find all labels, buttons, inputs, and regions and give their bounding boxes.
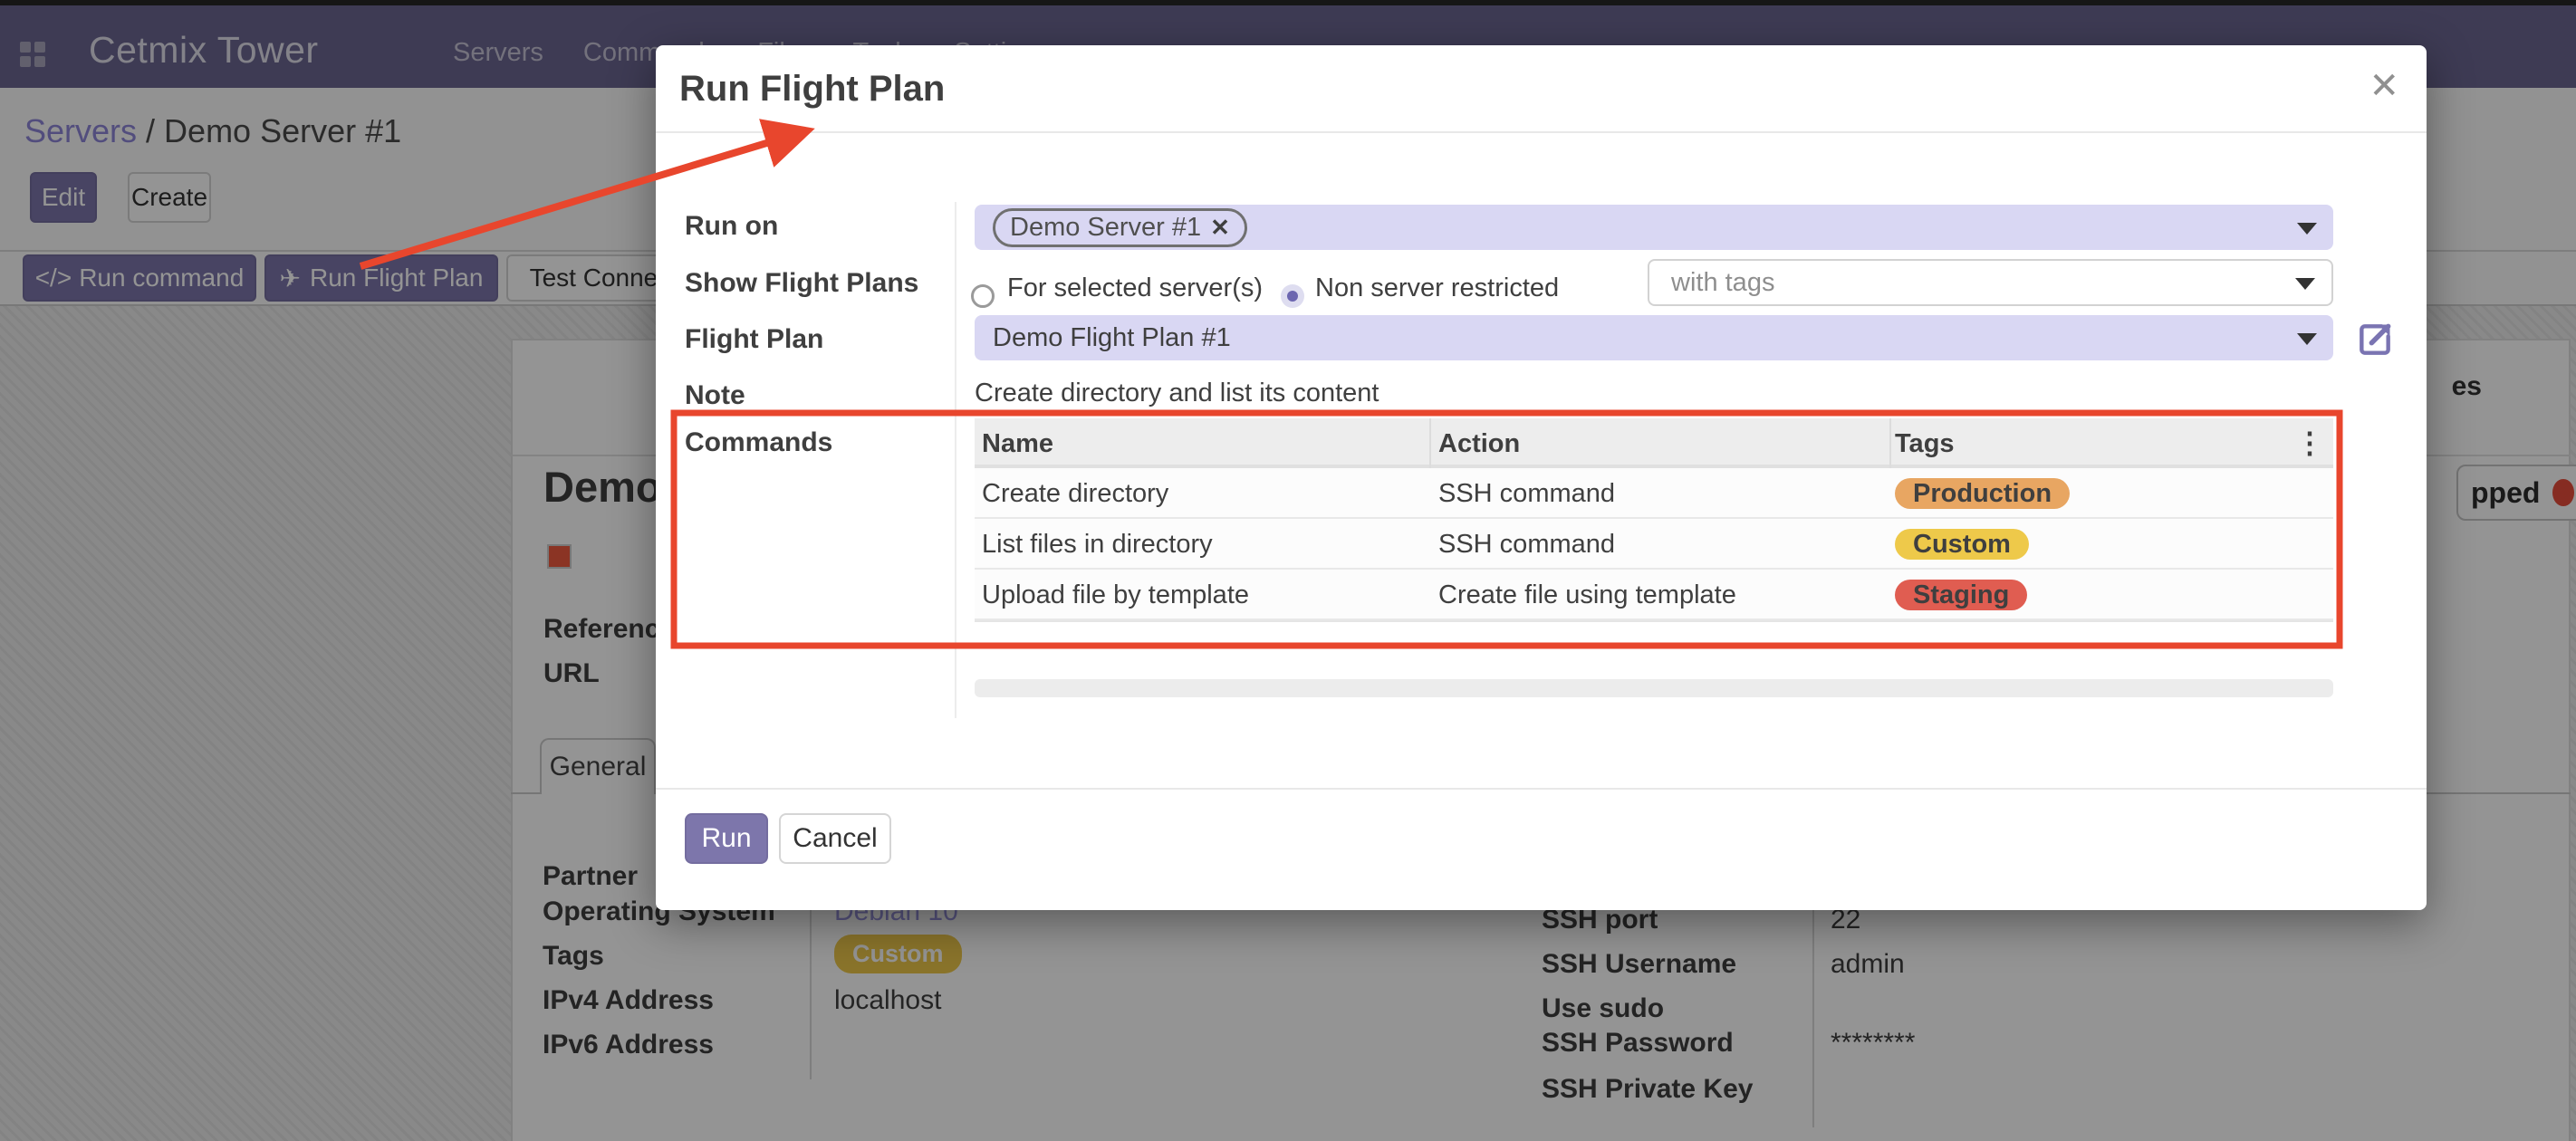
column-header-name[interactable]: Name <box>982 429 1053 459</box>
tag-production: Production <box>1895 478 2070 509</box>
commands-label: Commands <box>685 427 832 458</box>
run-on-label: Run on <box>685 211 778 242</box>
chevron-down-icon <box>2295 278 2315 290</box>
tag-custom: Custom <box>1895 529 2029 560</box>
table-row[interactable]: List files in directory SSH command Cust… <box>975 519 2333 570</box>
note-value: Create directory and list its content <box>975 379 1379 408</box>
flight-plan-select[interactable]: Demo Flight Plan #1 <box>975 315 2333 360</box>
dialog-title: Run Flight Plan <box>679 69 945 110</box>
chevron-down-icon <box>2297 333 2317 345</box>
column-header-action[interactable]: Action <box>1438 429 1520 459</box>
kebab-menu-icon[interactable]: ⋮ <box>2295 426 2324 460</box>
flight-plan-label: Flight Plan <box>685 324 823 355</box>
dialog-header-divider <box>656 131 2427 133</box>
radio-for-selected-servers[interactable] <box>971 284 995 308</box>
chevron-down-icon <box>2297 223 2317 235</box>
commands-table-header: Name Action Tags ⋮ <box>975 418 2333 468</box>
cancel-button[interactable]: Cancel <box>779 813 891 864</box>
close-icon[interactable]: ✕ <box>2369 65 2399 107</box>
show-flight-plans-label: Show Flight Plans <box>685 268 918 299</box>
dialog-footer-divider <box>656 788 2427 790</box>
commands-table: Name Action Tags ⋮ Create directory SSH … <box>975 418 2333 622</box>
run-button[interactable]: Run <box>685 813 768 864</box>
run-on-select[interactable]: Demo Server #1 ✕ <box>975 205 2333 250</box>
horizontal-scrollbar[interactable] <box>975 679 2333 697</box>
remove-tag-icon[interactable]: ✕ <box>1210 214 1230 242</box>
table-row[interactable]: Upload file by template Create file usin… <box>975 570 2333 620</box>
tag-staging: Staging <box>1895 580 2027 610</box>
radio-for-selected-servers-label[interactable]: For selected server(s) <box>1007 273 1263 303</box>
radio-non-server-restricted-label[interactable]: Non server restricted <box>1315 273 1559 303</box>
note-label: Note <box>685 380 745 411</box>
radio-non-server-restricted[interactable] <box>1281 284 1304 308</box>
with-tags-select[interactable]: with tags <box>1648 259 2333 306</box>
run-on-tag[interactable]: Demo Server #1 ✕ <box>993 208 1247 247</box>
screen: Cetmix Tower Servers Commands Files Tool… <box>0 0 2576 1141</box>
column-header-tags[interactable]: Tags <box>1895 429 1955 459</box>
run-flight-plan-dialog: Run Flight Plan ✕ Run on Demo Server #1 … <box>656 45 2427 910</box>
external-link-icon[interactable] <box>2355 320 2395 360</box>
table-row[interactable]: Create directory SSH command Production <box>975 468 2333 519</box>
form-column-divider <box>955 202 956 718</box>
